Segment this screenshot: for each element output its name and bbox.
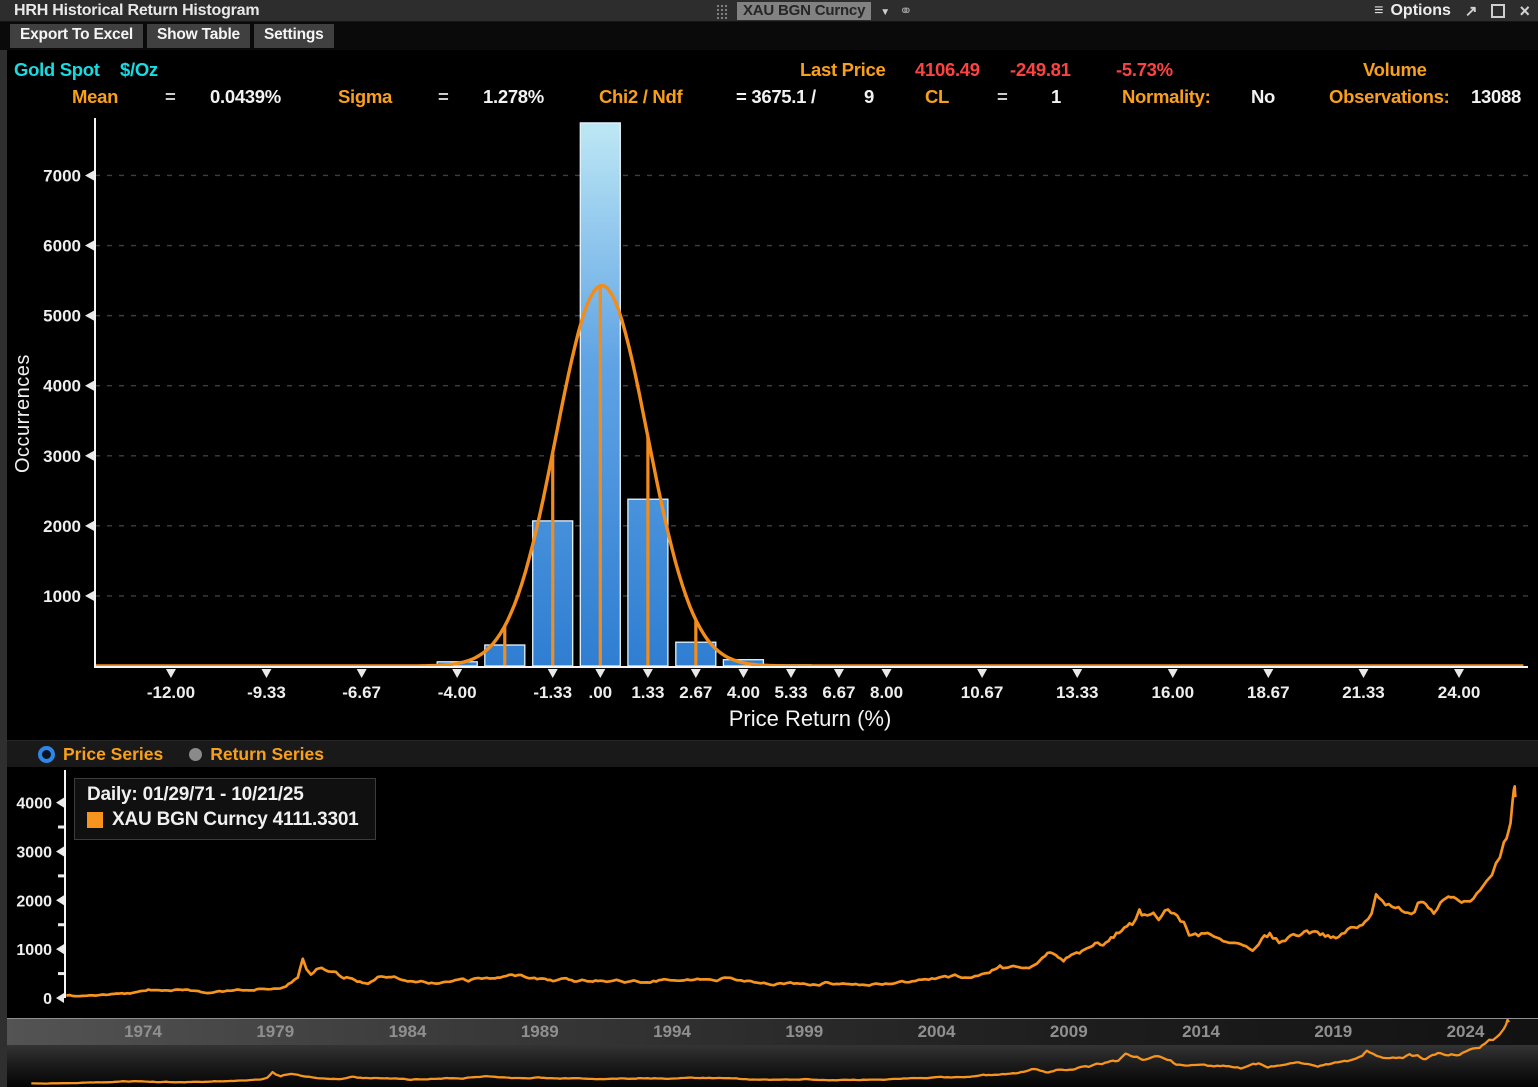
normality-label: Normality: [1122,86,1211,107]
grip-icon[interactable] [716,3,728,19]
radio-return-series[interactable]: Return Series [189,744,324,765]
svg-text:1000: 1000 [16,942,52,959]
svg-text:13.33: 13.33 [1056,683,1099,702]
radio-selected-icon [38,745,55,763]
ndf-value: 9 [864,86,874,107]
svg-text:-4.00: -4.00 [438,683,477,702]
radio-unselected-icon [189,747,203,761]
chi2-ndf-label: Chi2 / Ndf [599,86,683,107]
legend-series: XAU BGN Curncy 4111.3301 [112,809,359,830]
options-label: Options [1390,1,1451,19]
price-axes: 0 1000 2000 3000 4000 [16,770,66,1008]
last-price-label: Last Price [800,59,886,80]
cl-equals: = [997,86,1008,107]
instrument-name: Gold Spot [14,59,100,80]
svg-text:8.00: 8.00 [870,683,903,702]
svg-text:2.67: 2.67 [679,683,712,702]
price-pct-change: -5.73% [1116,59,1173,80]
mean-equals: = [165,86,176,107]
svg-text:10.67: 10.67 [961,683,1004,702]
observations-label: Observations: [1329,86,1450,107]
svg-text:4000: 4000 [43,377,81,396]
svg-text:1.33: 1.33 [631,683,664,702]
popout-button[interactable]: ↗ [1465,2,1478,20]
chart-legend: Daily: 01/29/71 - 10/21/25 XAU BGN Curnc… [74,778,376,840]
legend-period: Daily: 01/29/71 - 10/21/25 [87,784,304,805]
svg-text:4000: 4000 [16,796,52,813]
cl-label: CL [925,86,950,107]
cl-value: 1 [1051,86,1061,107]
chevron-down-icon[interactable]: ▼ [880,7,890,18]
svg-text:18.67: 18.67 [1247,683,1290,702]
mean-label: Mean [72,86,119,107]
svg-text:5.33: 5.33 [774,683,807,702]
legend-swatch [87,812,103,828]
sigma-label: Sigma [338,86,393,107]
svg-text:6.67: 6.67 [822,683,855,702]
svg-text:2000: 2000 [16,893,52,910]
price-change-value: -249.81 [1010,59,1071,80]
navigator-chart[interactable] [0,1018,1538,1087]
svg-text:6000: 6000 [43,237,81,256]
chi2-value: = 3675.1 / [736,86,816,107]
export-to-excel-button[interactable]: Export To Excel [10,24,143,48]
svg-text:24.00: 24.00 [1438,683,1481,702]
options-button[interactable]: ≡ Options [1374,2,1451,20]
gaussian-fit [95,283,1524,668]
radio-price-series[interactable]: Price Series [38,744,163,765]
hamburger-icon: ≡ [1374,1,1384,19]
last-price-value: 4106.49 [915,59,980,80]
svg-text:21.33: 21.33 [1342,683,1385,702]
security-ticker-field[interactable]: XAU BGN Curncy [737,2,872,20]
fit-curve [95,283,1524,668]
x-axis-title: Price Return (%) [728,706,892,731]
instrument-unit: $/Oz [120,59,158,80]
histogram-axes: 1000 2000 3000 4000 5000 6000 7000 -12.00 -9.33 -… [43,118,1528,702]
svg-text:-9.33: -9.33 [247,683,286,702]
series-selector: Price Series Return Series [0,740,1538,767]
svg-text:3000: 3000 [43,447,81,466]
svg-text:2000: 2000 [43,517,81,536]
normality-value: No [1251,86,1276,107]
maximize-button[interactable] [1491,3,1506,18]
close-button[interactable]: × [1519,2,1530,20]
svg-text:4.00: 4.00 [727,683,760,702]
window-left-edge [0,50,7,1087]
hrh-window: HRH Historical Return Histogram XAU BGN … [0,0,1538,1087]
sigma-equals: = [438,86,449,107]
svg-text:16.00: 16.00 [1152,683,1195,702]
histogram-gridlines [95,174,1528,597]
settings-button[interactable]: Settings [253,24,334,48]
svg-text:1000: 1000 [43,587,81,606]
mean-value: 0.0439% [210,86,281,107]
svg-text:3000: 3000 [16,844,52,861]
svg-text:-1.33: -1.33 [533,683,572,702]
show-table-button[interactable]: Show Table [147,24,250,48]
observations-value: 13088 [1471,86,1521,107]
histogram-chart[interactable]: 1000 2000 3000 4000 5000 6000 7000 -12.00 -9.33 -… [0,112,1538,712]
link-icon[interactable]: ⚭ [899,1,912,21]
window-title: HRH Historical Return Histogram [14,2,260,19]
navigator-line [31,1018,1510,1085]
svg-text:.00: .00 [588,683,612,702]
svg-text:5000: 5000 [43,307,81,326]
svg-text:-6.67: -6.67 [342,683,381,702]
title-bar[interactable]: HRH Historical Return Histogram XAU BGN … [0,0,1538,22]
svg-text:-12.00: -12.00 [147,683,195,702]
svg-text:7000: 7000 [43,166,81,185]
volume-label: Volume [1363,59,1427,80]
toolbar: Export To Excel Show Table Settings [0,22,1538,50]
sigma-value: 1.278% [483,86,544,107]
svg-text:0: 0 [43,991,52,1008]
